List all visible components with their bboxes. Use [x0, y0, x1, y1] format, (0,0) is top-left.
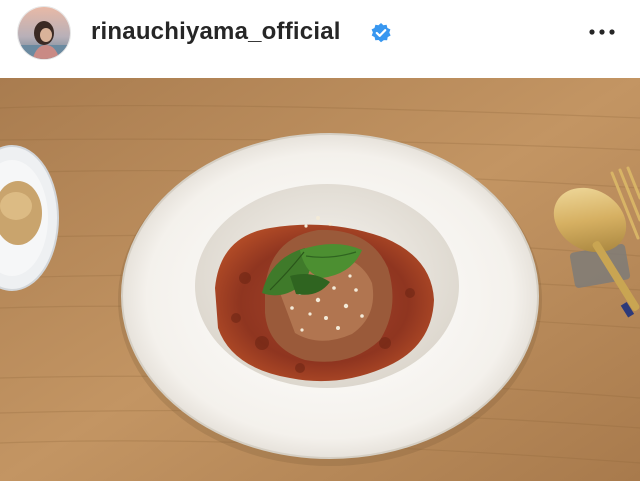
post-photo[interactable]: [0, 78, 640, 481]
post-header: rinauchiyama_official: [0, 0, 640, 78]
verified-badge-icon: [371, 23, 391, 43]
profile-avatar[interactable]: [17, 6, 71, 60]
avatar-image: [18, 7, 70, 59]
food-photo: [0, 78, 640, 481]
post-frame: rinauchiyama_official: [0, 0, 640, 481]
username[interactable]: rinauchiyama_official: [91, 18, 341, 46]
more-options-icon[interactable]: [586, 22, 618, 42]
